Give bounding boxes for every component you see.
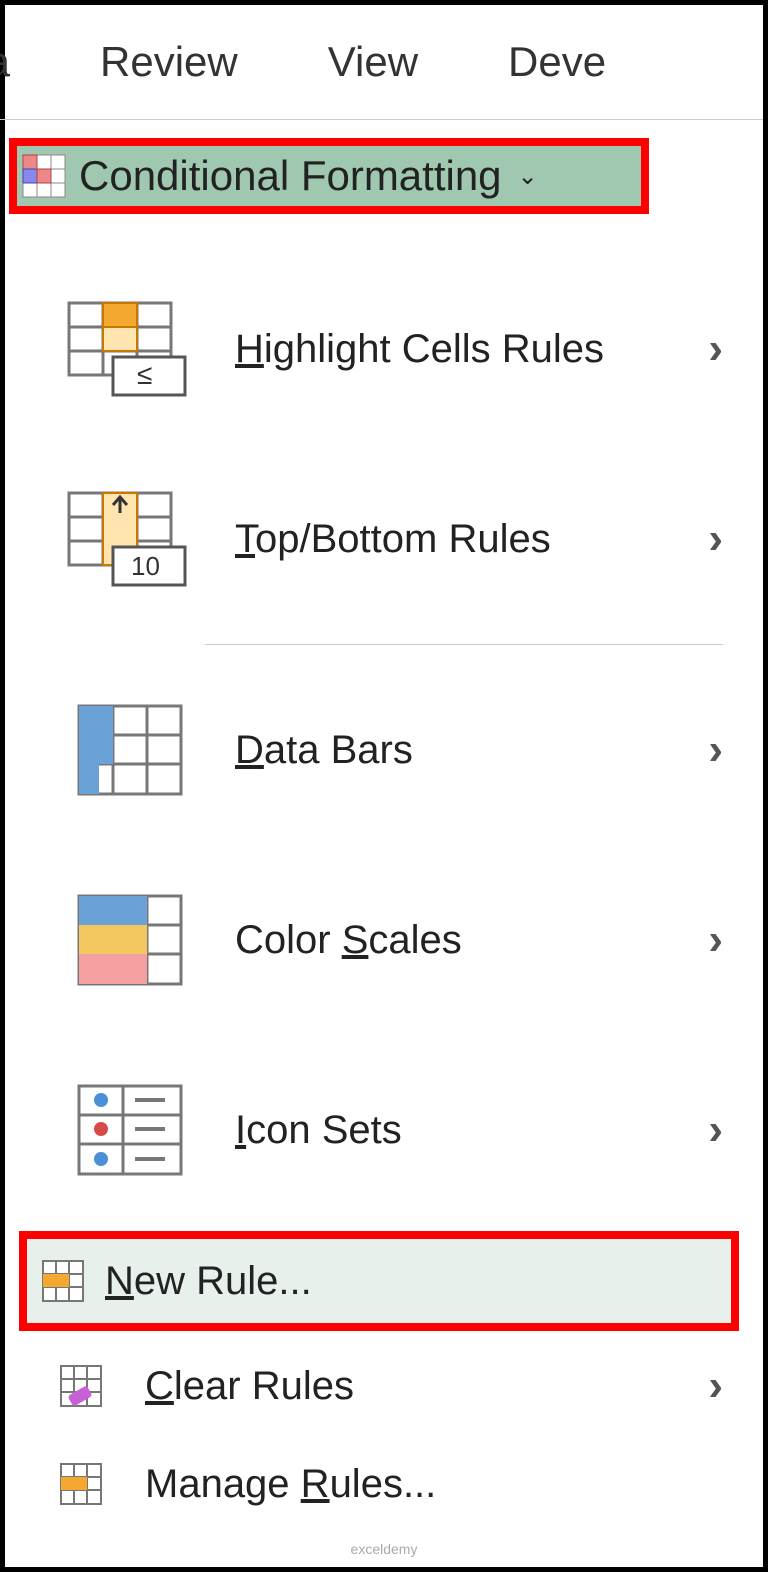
menu-color-scales[interactable]: Color Scales ›: [5, 845, 753, 1035]
menu-label: Data Bars: [235, 728, 413, 773]
chevron-right-icon: ›: [708, 915, 723, 965]
menu-icon-sets[interactable]: Icon Sets ›: [5, 1035, 753, 1225]
menu-label: Clear Rules: [145, 1364, 354, 1409]
menu-highlight-cells-rules[interactable]: ≤ Highlight Cells Rules ›: [5, 254, 753, 444]
clear-rules-icon: [57, 1362, 105, 1410]
chevron-right-icon: ›: [708, 514, 723, 564]
svg-text:10: 10: [131, 551, 160, 581]
menu-label: Top/Bottom Rules: [235, 517, 551, 562]
menu-clear-rules[interactable]: Clear Rules ›: [5, 1337, 753, 1435]
tab-developer[interactable]: Deve: [508, 38, 606, 86]
menu-label: Manage Rules...: [145, 1462, 436, 1507]
menu-manage-rules[interactable]: Manage Rules...: [5, 1435, 753, 1533]
color-scales-icon: [65, 890, 195, 990]
conditional-formatting-button[interactable]: Conditional Formatting ⌄: [17, 146, 641, 206]
conditional-formatting-label: Conditional Formatting: [79, 152, 502, 200]
menu-data-bars[interactable]: Data Bars ›: [5, 655, 753, 845]
conditional-formatting-menu: ≤ Highlight Cells Rules › 10 Top/Bottom …: [5, 214, 753, 1533]
chevron-right-icon: ›: [708, 725, 723, 775]
svg-text:≤: ≤: [137, 359, 152, 390]
menu-label: New Rule...: [105, 1259, 312, 1304]
data-bars-icon: [65, 700, 195, 800]
new-rule-icon: [39, 1257, 87, 1305]
conditional-formatting-highlight: Conditional Formatting ⌄: [9, 138, 649, 214]
menu-top-bottom-rules[interactable]: 10 Top/Bottom Rules ›: [5, 444, 753, 634]
tab-data[interactable]: ta: [0, 38, 10, 86]
tab-view[interactable]: View: [328, 38, 418, 86]
top-bottom-icon: 10: [65, 489, 195, 589]
watermark: exceldemy: [351, 1541, 418, 1557]
menu-label: Icon Sets: [235, 1108, 402, 1153]
icon-sets-icon: [65, 1080, 195, 1180]
chevron-right-icon: ›: [708, 1105, 723, 1155]
menu-new-rule[interactable]: New Rule...: [19, 1231, 739, 1331]
menu-label: Highlight Cells Rules: [235, 327, 604, 372]
highlight-cells-icon: ≤: [65, 299, 195, 399]
tab-review[interactable]: Review: [100, 38, 238, 86]
chevron-right-icon: ›: [708, 324, 723, 374]
ribbon-tabs: ta Review View Deve: [0, 5, 763, 120]
menu-label: Color Scales: [235, 918, 462, 963]
menu-separator: [205, 644, 723, 645]
dropdown-caret-icon: ⌄: [518, 162, 538, 191]
manage-rules-icon: [57, 1460, 105, 1508]
chevron-right-icon: ›: [708, 1361, 723, 1411]
conditional-formatting-icon: [21, 153, 67, 199]
